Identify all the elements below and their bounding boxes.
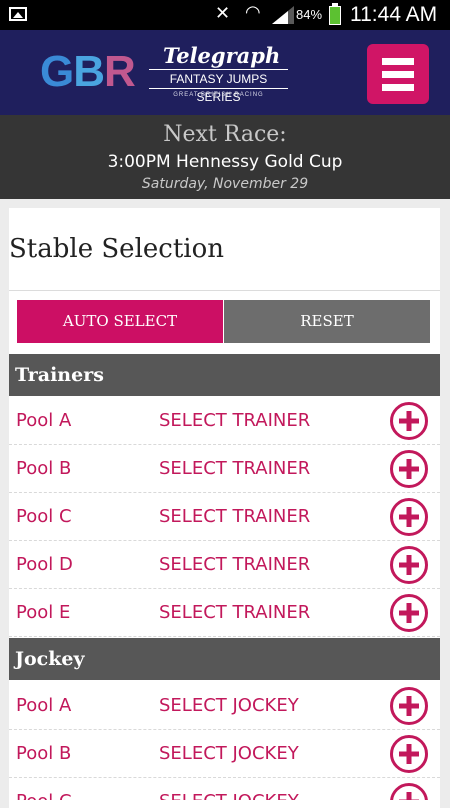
trainer-row[interactable]: Pool C SELECT TRAINER — [9, 493, 440, 541]
select-trainer-link[interactable]: SELECT TRAINER — [159, 445, 310, 493]
add-circle-icon[interactable] — [390, 735, 428, 773]
series-name: FANTASY JUMPS SERIES — [149, 69, 288, 104]
add-circle-icon[interactable] — [390, 783, 428, 800]
add-circle-icon[interactable] — [390, 594, 428, 632]
jockey-row[interactable]: Pool C SELECT JOCKEY — [9, 778, 440, 800]
select-trainer-link[interactable]: SELECT TRAINER — [159, 541, 310, 589]
jockey-row[interactable]: Pool B SELECT JOCKEY — [9, 730, 440, 778]
pool-label: Pool E — [16, 602, 71, 623]
next-race-name: 3:00PM Hennessy Gold Cup — [107, 152, 343, 172]
page-title: Stable Selection — [9, 234, 224, 264]
auto-select-button[interactable]: AUTO SELECT — [17, 300, 223, 343]
tagline: GREAT BRITISH RACING — [173, 92, 264, 98]
add-circle-icon[interactable] — [390, 498, 428, 536]
trainer-row[interactable]: Pool A SELECT TRAINER — [9, 397, 440, 445]
add-circle-icon[interactable] — [390, 687, 428, 725]
wifi-icon: ◠ — [245, 2, 261, 23]
add-circle-icon[interactable] — [390, 402, 428, 440]
add-circle-icon[interactable] — [390, 546, 428, 584]
select-trainer-link[interactable]: SELECT TRAINER — [159, 493, 310, 541]
pool-label: Pool B — [16, 743, 72, 764]
hamburger-menu-icon[interactable] — [367, 44, 429, 104]
pool-label: Pool B — [16, 458, 72, 479]
select-trainer-link[interactable]: SELECT TRAINER — [159, 589, 310, 637]
pool-label: Pool D — [16, 554, 73, 575]
status-bar: ✕ ◠ 84% 11:44 AM — [0, 0, 450, 30]
mute-icon: ✕ — [215, 3, 231, 24]
battery-icon — [329, 3, 341, 25]
reset-button[interactable]: RESET — [224, 300, 430, 343]
status-time: 11:44 AM — [350, 3, 438, 26]
next-race-title: Next Race: — [163, 122, 287, 147]
trainer-row[interactable]: Pool B SELECT TRAINER — [9, 445, 440, 493]
next-race-banner: Next Race: 3:00PM Hennessy Gold Cup Satu… — [0, 115, 450, 199]
select-jockey-link[interactable]: SELECT JOCKEY — [159, 682, 299, 730]
trainer-row[interactable]: Pool D SELECT TRAINER — [9, 541, 440, 589]
telegraph-brand: Telegraph — [163, 43, 281, 68]
gbr-logo[interactable]: GBR — [40, 50, 136, 94]
trainers-heading: Trainers — [9, 354, 440, 396]
trainer-row[interactable]: Pool E SELECT TRAINER — [9, 589, 440, 637]
pool-label: Pool A — [16, 695, 72, 716]
add-circle-icon[interactable] — [390, 450, 428, 488]
next-race-date: Saturday, November 29 — [141, 176, 309, 192]
jockey-row[interactable]: Pool A SELECT JOCKEY — [9, 682, 440, 730]
divider — [9, 290, 440, 291]
gallery-icon — [9, 7, 27, 21]
signal-icon — [272, 6, 294, 24]
battery-percent: 84% — [296, 7, 323, 22]
select-jockey-link[interactable]: SELECT JOCKEY — [159, 778, 299, 800]
pool-label: Pool A — [16, 410, 72, 431]
select-jockey-link[interactable]: SELECT JOCKEY — [159, 730, 299, 778]
pool-label: Pool C — [16, 778, 72, 800]
jockey-heading: Jockey — [9, 638, 440, 680]
select-trainer-link[interactable]: SELECT TRAINER — [159, 397, 310, 445]
pool-label: Pool C — [16, 506, 72, 527]
